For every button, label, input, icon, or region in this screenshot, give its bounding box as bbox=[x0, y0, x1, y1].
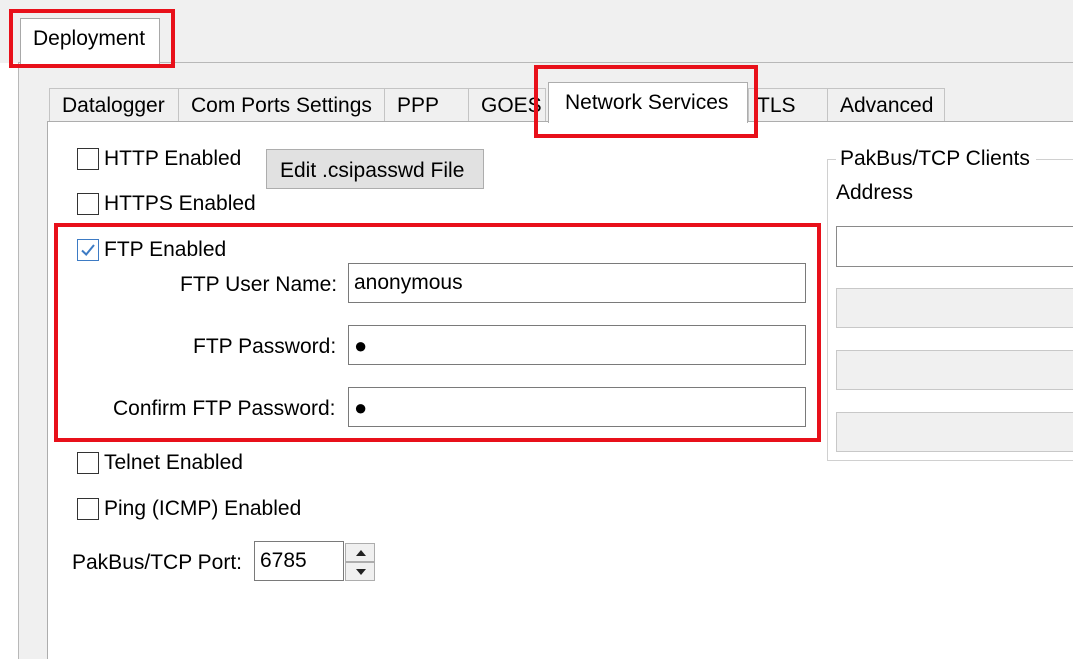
pakbus-tcp-port-input[interactable]: 6785 bbox=[254, 541, 344, 581]
telnet-enabled-checkbox[interactable] bbox=[77, 452, 99, 474]
http-enabled-label: HTTP Enabled bbox=[104, 147, 242, 170]
ftp-user-name-label: FTP User Name: bbox=[180, 273, 338, 296]
pakbus-tcp-port-spinner bbox=[345, 542, 375, 582]
tab-ppp-label: PPP bbox=[397, 94, 440, 117]
confirm-ftp-password-value: ● bbox=[354, 395, 368, 420]
spin-up-button[interactable] bbox=[345, 543, 375, 562]
tab-tls-label: TLS bbox=[757, 94, 796, 117]
edit-csipasswd-button-label: Edit .csipasswd File bbox=[280, 159, 465, 182]
tab-datalogger-label: Datalogger bbox=[62, 94, 165, 117]
ftp-password-value: ● bbox=[354, 333, 368, 358]
clients-address-header: Address bbox=[836, 181, 914, 204]
arrow-up-icon bbox=[356, 550, 366, 556]
tab-com-ports-settings[interactable]: Com Ports Settings bbox=[178, 88, 385, 122]
tab-advanced[interactable]: Advanced bbox=[827, 88, 945, 122]
confirm-ftp-password-input[interactable]: ● bbox=[348, 387, 806, 427]
tab-tls[interactable]: TLS bbox=[748, 88, 828, 122]
tab-network-services-label: Network Services bbox=[565, 91, 729, 114]
ping-enabled-checkbox[interactable] bbox=[77, 498, 99, 520]
http-enabled-checkbox[interactable] bbox=[77, 148, 99, 170]
pakbus-tcp-port-label: PakBus/TCP Port: bbox=[72, 551, 243, 574]
ftp-password-label: FTP Password: bbox=[193, 335, 337, 358]
confirm-ftp-password-label: Confirm FTP Password: bbox=[113, 397, 336, 420]
ftp-enabled-label: FTP Enabled bbox=[104, 238, 227, 261]
tab-deployment-label: Deployment bbox=[33, 27, 146, 50]
ftp-password-input[interactable]: ● bbox=[348, 325, 806, 365]
spin-down-button[interactable] bbox=[345, 562, 375, 581]
pakbus-tcp-port-value: 6785 bbox=[260, 549, 307, 572]
client-address-field-2 bbox=[836, 288, 1073, 328]
https-enabled-label: HTTPS Enabled bbox=[104, 192, 256, 215]
tab-goes[interactable]: GOES bbox=[468, 88, 546, 122]
ping-enabled-label: Ping (ICMP) Enabled bbox=[104, 497, 302, 520]
checkmark-icon bbox=[81, 244, 95, 256]
client-address-field-1[interactable] bbox=[836, 226, 1073, 267]
ftp-user-name-input[interactable]: anonymous bbox=[348, 263, 806, 303]
arrow-down-icon bbox=[356, 569, 366, 575]
pakbus-tcp-clients-title: PakBus/TCP Clients bbox=[836, 147, 1036, 171]
tab-ppp[interactable]: PPP bbox=[384, 88, 469, 122]
tab-datalogger[interactable]: Datalogger bbox=[49, 88, 179, 122]
tab-goes-label: GOES bbox=[481, 94, 542, 117]
ftp-enabled-checkbox[interactable] bbox=[77, 239, 99, 261]
tab-advanced-label: Advanced bbox=[840, 94, 934, 117]
https-enabled-checkbox[interactable] bbox=[77, 193, 99, 215]
telnet-enabled-label: Telnet Enabled bbox=[104, 451, 243, 474]
tab-deployment[interactable]: Deployment bbox=[20, 18, 160, 64]
client-address-field-3 bbox=[836, 350, 1073, 390]
ftp-user-name-value: anonymous bbox=[354, 271, 463, 294]
top-tab-strip bbox=[0, 0, 1073, 63]
client-address-field-4 bbox=[836, 412, 1073, 452]
tab-com-ports-settings-label: Com Ports Settings bbox=[191, 94, 372, 117]
tab-network-services[interactable]: Network Services bbox=[548, 82, 748, 123]
edit-csipasswd-button[interactable]: Edit .csipasswd File bbox=[266, 149, 484, 189]
